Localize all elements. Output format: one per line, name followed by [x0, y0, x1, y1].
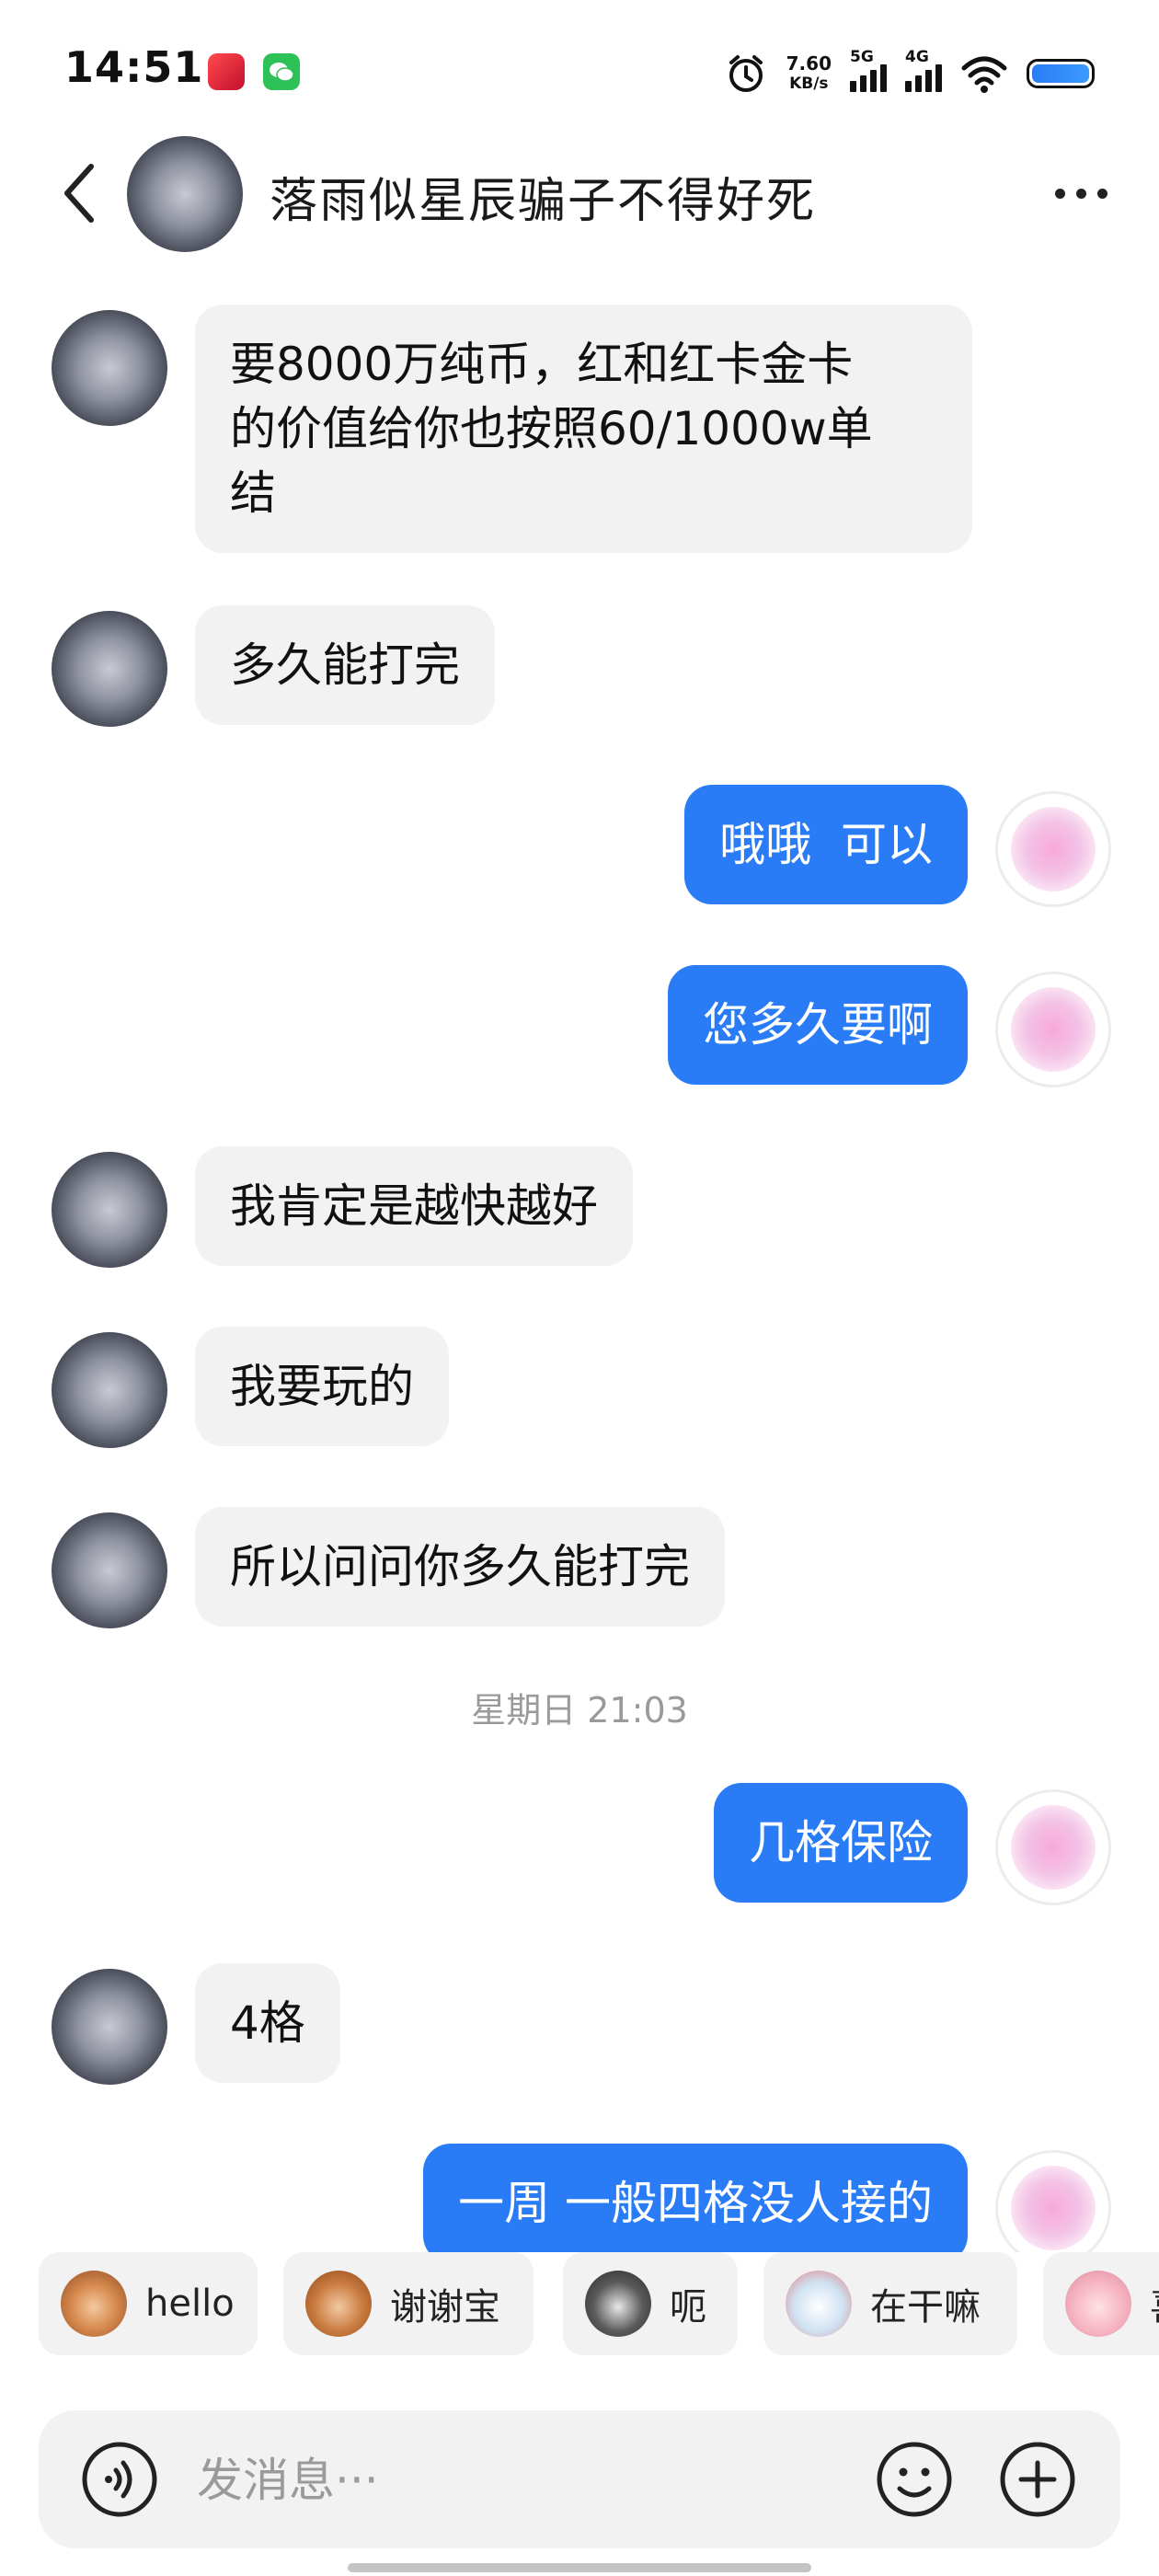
status-time: 14:51 — [64, 42, 204, 92]
quick-reply-chip[interactable]: 在干嘛 — [763, 2252, 1017, 2355]
wifi-icon — [961, 56, 1007, 93]
shopping-app-icon — [208, 53, 245, 90]
quick-reply-label: 在干嘛 — [870, 2286, 981, 2329]
message-input[interactable] — [195, 2447, 843, 2513]
quick-reply-label: hello — [145, 2283, 235, 2325]
self-avatar[interactable] — [995, 1789, 1111, 1905]
quick-reply-chip[interactable]: 喜 — [1043, 2252, 1159, 2355]
quick-reply-bar: hello 谢谢宝 呃 在干嘛 喜 — [0, 2252, 1159, 2359]
message-bubble-outgoing[interactable]: 一周 一般四格没人接的 — [423, 2144, 968, 2263]
add-attachment-button[interactable] — [999, 2441, 1076, 2518]
voice-icon — [82, 2442, 157, 2517]
status-bar: 14:51 7.60 KB/s 5G 4G — [0, 0, 1159, 138]
more-options-button[interactable] — [1039, 166, 1122, 221]
quick-reply-chip[interactable]: 谢谢宝 — [283, 2252, 534, 2355]
message-bubble-incoming[interactable]: 我肯定是越快越好 — [195, 1146, 633, 1266]
signal-4g-label: 4G — [905, 48, 929, 66]
message-bubble-incoming[interactable]: 多久能打完 — [195, 605, 495, 725]
signal-5g-label: 5G — [850, 48, 874, 66]
message-timestamp: 星期日 21:03 — [471, 1690, 688, 1731]
more-dot-icon — [1096, 188, 1107, 199]
bear-emoji-icon — [786, 2271, 852, 2337]
thanks-emoji-icon — [305, 2271, 372, 2337]
quick-reply-label: 呃 — [670, 2286, 706, 2329]
alarm-icon — [729, 55, 763, 92]
message-bubble-outgoing[interactable]: 几格保险 — [714, 1783, 968, 1903]
self-avatar[interactable] — [995, 972, 1111, 1087]
quick-reply-label: 谢谢宝 — [390, 2286, 500, 2329]
network-speed-value: 7.60 — [786, 52, 832, 75]
signal-4g-icon: 4G — [905, 48, 942, 92]
smile-icon — [877, 2442, 952, 2517]
pig-emoji-icon — [1065, 2271, 1131, 2337]
quick-reply-label: 喜 — [1150, 2277, 1159, 2330]
voice-button[interactable] — [81, 2441, 158, 2518]
quick-reply-chip[interactable]: hello — [39, 2252, 258, 2355]
sender-avatar[interactable] — [52, 611, 167, 727]
plus-icon — [1000, 2442, 1075, 2517]
message-bubble-incoming[interactable]: 所以问问你多久能打完 — [195, 1507, 725, 1627]
sender-avatar[interactable] — [52, 310, 167, 426]
message-bubble-outgoing[interactable]: 哦哦 可以 — [684, 785, 968, 904]
cat-emoji-icon — [585, 2271, 651, 2337]
message-input-bar — [39, 2410, 1120, 2548]
signal-5g-icon: 5G — [850, 48, 887, 92]
status-indicators: 7.60 KB/s 5G 4G — [724, 46, 1095, 101]
message-bubble-outgoing[interactable]: 您多久要啊 — [668, 965, 968, 1085]
sender-avatar[interactable] — [52, 1152, 167, 1268]
home-indicator[interactable] — [348, 2563, 811, 2572]
message-bubble-incoming[interactable]: 要8000万纯币，红和红卡金卡 的价值给你也按照60/1000w单 结 — [195, 305, 972, 553]
more-dot-icon — [1075, 188, 1086, 199]
self-avatar[interactable] — [995, 2150, 1111, 2266]
chevron-left-icon — [64, 164, 94, 223]
wechat-icon — [263, 53, 300, 90]
back-button[interactable] — [46, 156, 110, 230]
quick-reply-chip[interactable]: 呃 — [563, 2252, 738, 2355]
network-speed: 7.60 KB/s — [786, 53, 832, 94]
chat-title: 落雨似星辰骗子不得好死 — [270, 174, 817, 229]
sender-avatar[interactable] — [52, 1332, 167, 1448]
more-dot-icon — [1054, 188, 1065, 199]
sender-avatar[interactable] — [52, 1969, 167, 2085]
message-bubble-incoming[interactable]: 我要玩的 — [195, 1327, 449, 1446]
battery-icon — [1027, 59, 1095, 88]
contact-avatar[interactable] — [127, 136, 243, 252]
chat-header: 落雨似星辰骗子不得好死 — [0, 129, 1159, 258]
monkey-emoji-icon — [61, 2271, 127, 2337]
network-speed-unit: KB/s — [789, 75, 829, 93]
self-avatar[interactable] — [995, 791, 1111, 907]
emoji-button[interactable] — [876, 2441, 953, 2518]
message-bubble-incoming[interactable]: 4格 — [195, 1963, 340, 2083]
sender-avatar[interactable] — [52, 1512, 167, 1628]
